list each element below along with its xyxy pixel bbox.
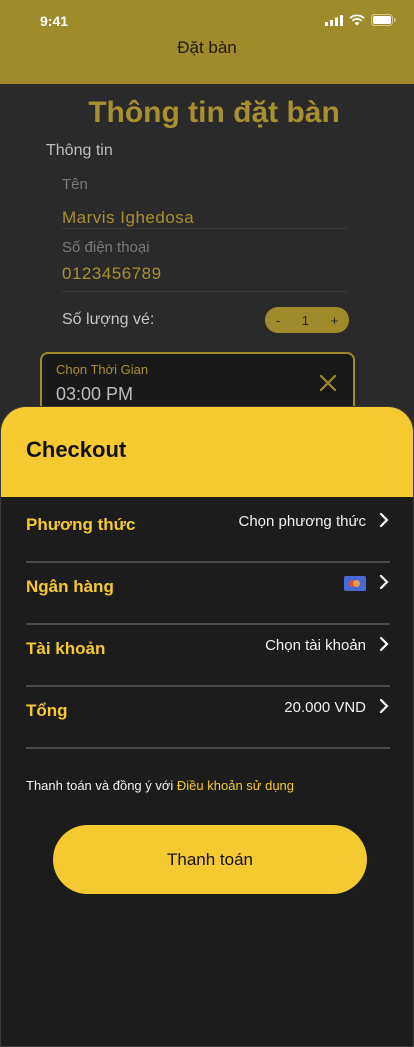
row-label: Ngân hàng — [26, 577, 114, 596]
checkout-title: Checkout — [26, 437, 127, 462]
app-header: 9:41 Đặt bàn — [0, 0, 414, 84]
quantity-value: 1 — [301, 312, 309, 328]
row-label: Tài khoản — [26, 639, 106, 658]
credit-card-icon — [344, 576, 366, 591]
phone-field[interactable]: 0123456789 — [62, 264, 162, 284]
signal-icon — [325, 14, 343, 26]
time-picker-value: 03:00 PM — [56, 384, 134, 404]
status-time: 9:41 — [40, 13, 69, 29]
checkout-sheet: Checkout Phương thức Chọn phương thức Ng… — [0, 406, 414, 1047]
checkout-header: Checkout — [1, 407, 413, 497]
wifi-icon — [349, 14, 365, 26]
terms-link[interactable]: Điều khoản sử dụng — [177, 778, 294, 793]
name-field[interactable]: Marvis Ighedosa — [62, 208, 194, 228]
battery-icon — [371, 14, 396, 26]
terms-text: Thanh toán và đồng ý với Điều khoản sử d… — [26, 778, 294, 793]
chevron-right-icon — [379, 512, 389, 528]
status-icons — [325, 14, 396, 26]
terms-prefix: Thanh toán và đồng ý với — [26, 778, 177, 793]
increment-button[interactable]: + — [331, 313, 339, 328]
row-value: Chọn tài khoản — [265, 637, 366, 654]
quantity-stepper: - 1 + — [265, 307, 349, 333]
total-amount: 20.000 VND — [284, 699, 366, 716]
row-label: Tổng — [26, 701, 68, 720]
close-icon[interactable] — [317, 372, 339, 394]
total-row[interactable]: Tổng 20.000 VND — [26, 687, 390, 749]
pay-button[interactable]: Thanh toán — [53, 825, 367, 894]
payment-method-row[interactable]: Phương thức Chọn phương thức — [26, 501, 390, 563]
chevron-right-icon — [379, 574, 389, 590]
quantity-label: Số lượng vé: — [62, 311, 155, 328]
chevron-right-icon — [379, 636, 389, 652]
chevron-right-icon — [379, 698, 389, 714]
account-row[interactable]: Tài khoản Chọn tài khoản — [26, 625, 390, 687]
time-picker-label: Chọn Thời Gian — [56, 362, 149, 377]
phone-label: Số điện thoại — [62, 239, 150, 256]
page-title: Thông tin đặt bàn — [88, 96, 340, 129]
name-underline — [62, 228, 348, 229]
row-value: Chọn phương thức — [238, 513, 367, 530]
row-label: Phương thức — [26, 515, 136, 534]
section-label: Thông tin — [46, 142, 113, 159]
name-label: Tên — [62, 176, 88, 193]
decrement-button[interactable]: - — [276, 313, 280, 328]
divider — [26, 747, 390, 749]
bank-row[interactable]: Ngân hàng — [26, 563, 390, 625]
phone-underline — [62, 291, 348, 292]
header-title: Đặt bàn — [177, 38, 237, 57]
